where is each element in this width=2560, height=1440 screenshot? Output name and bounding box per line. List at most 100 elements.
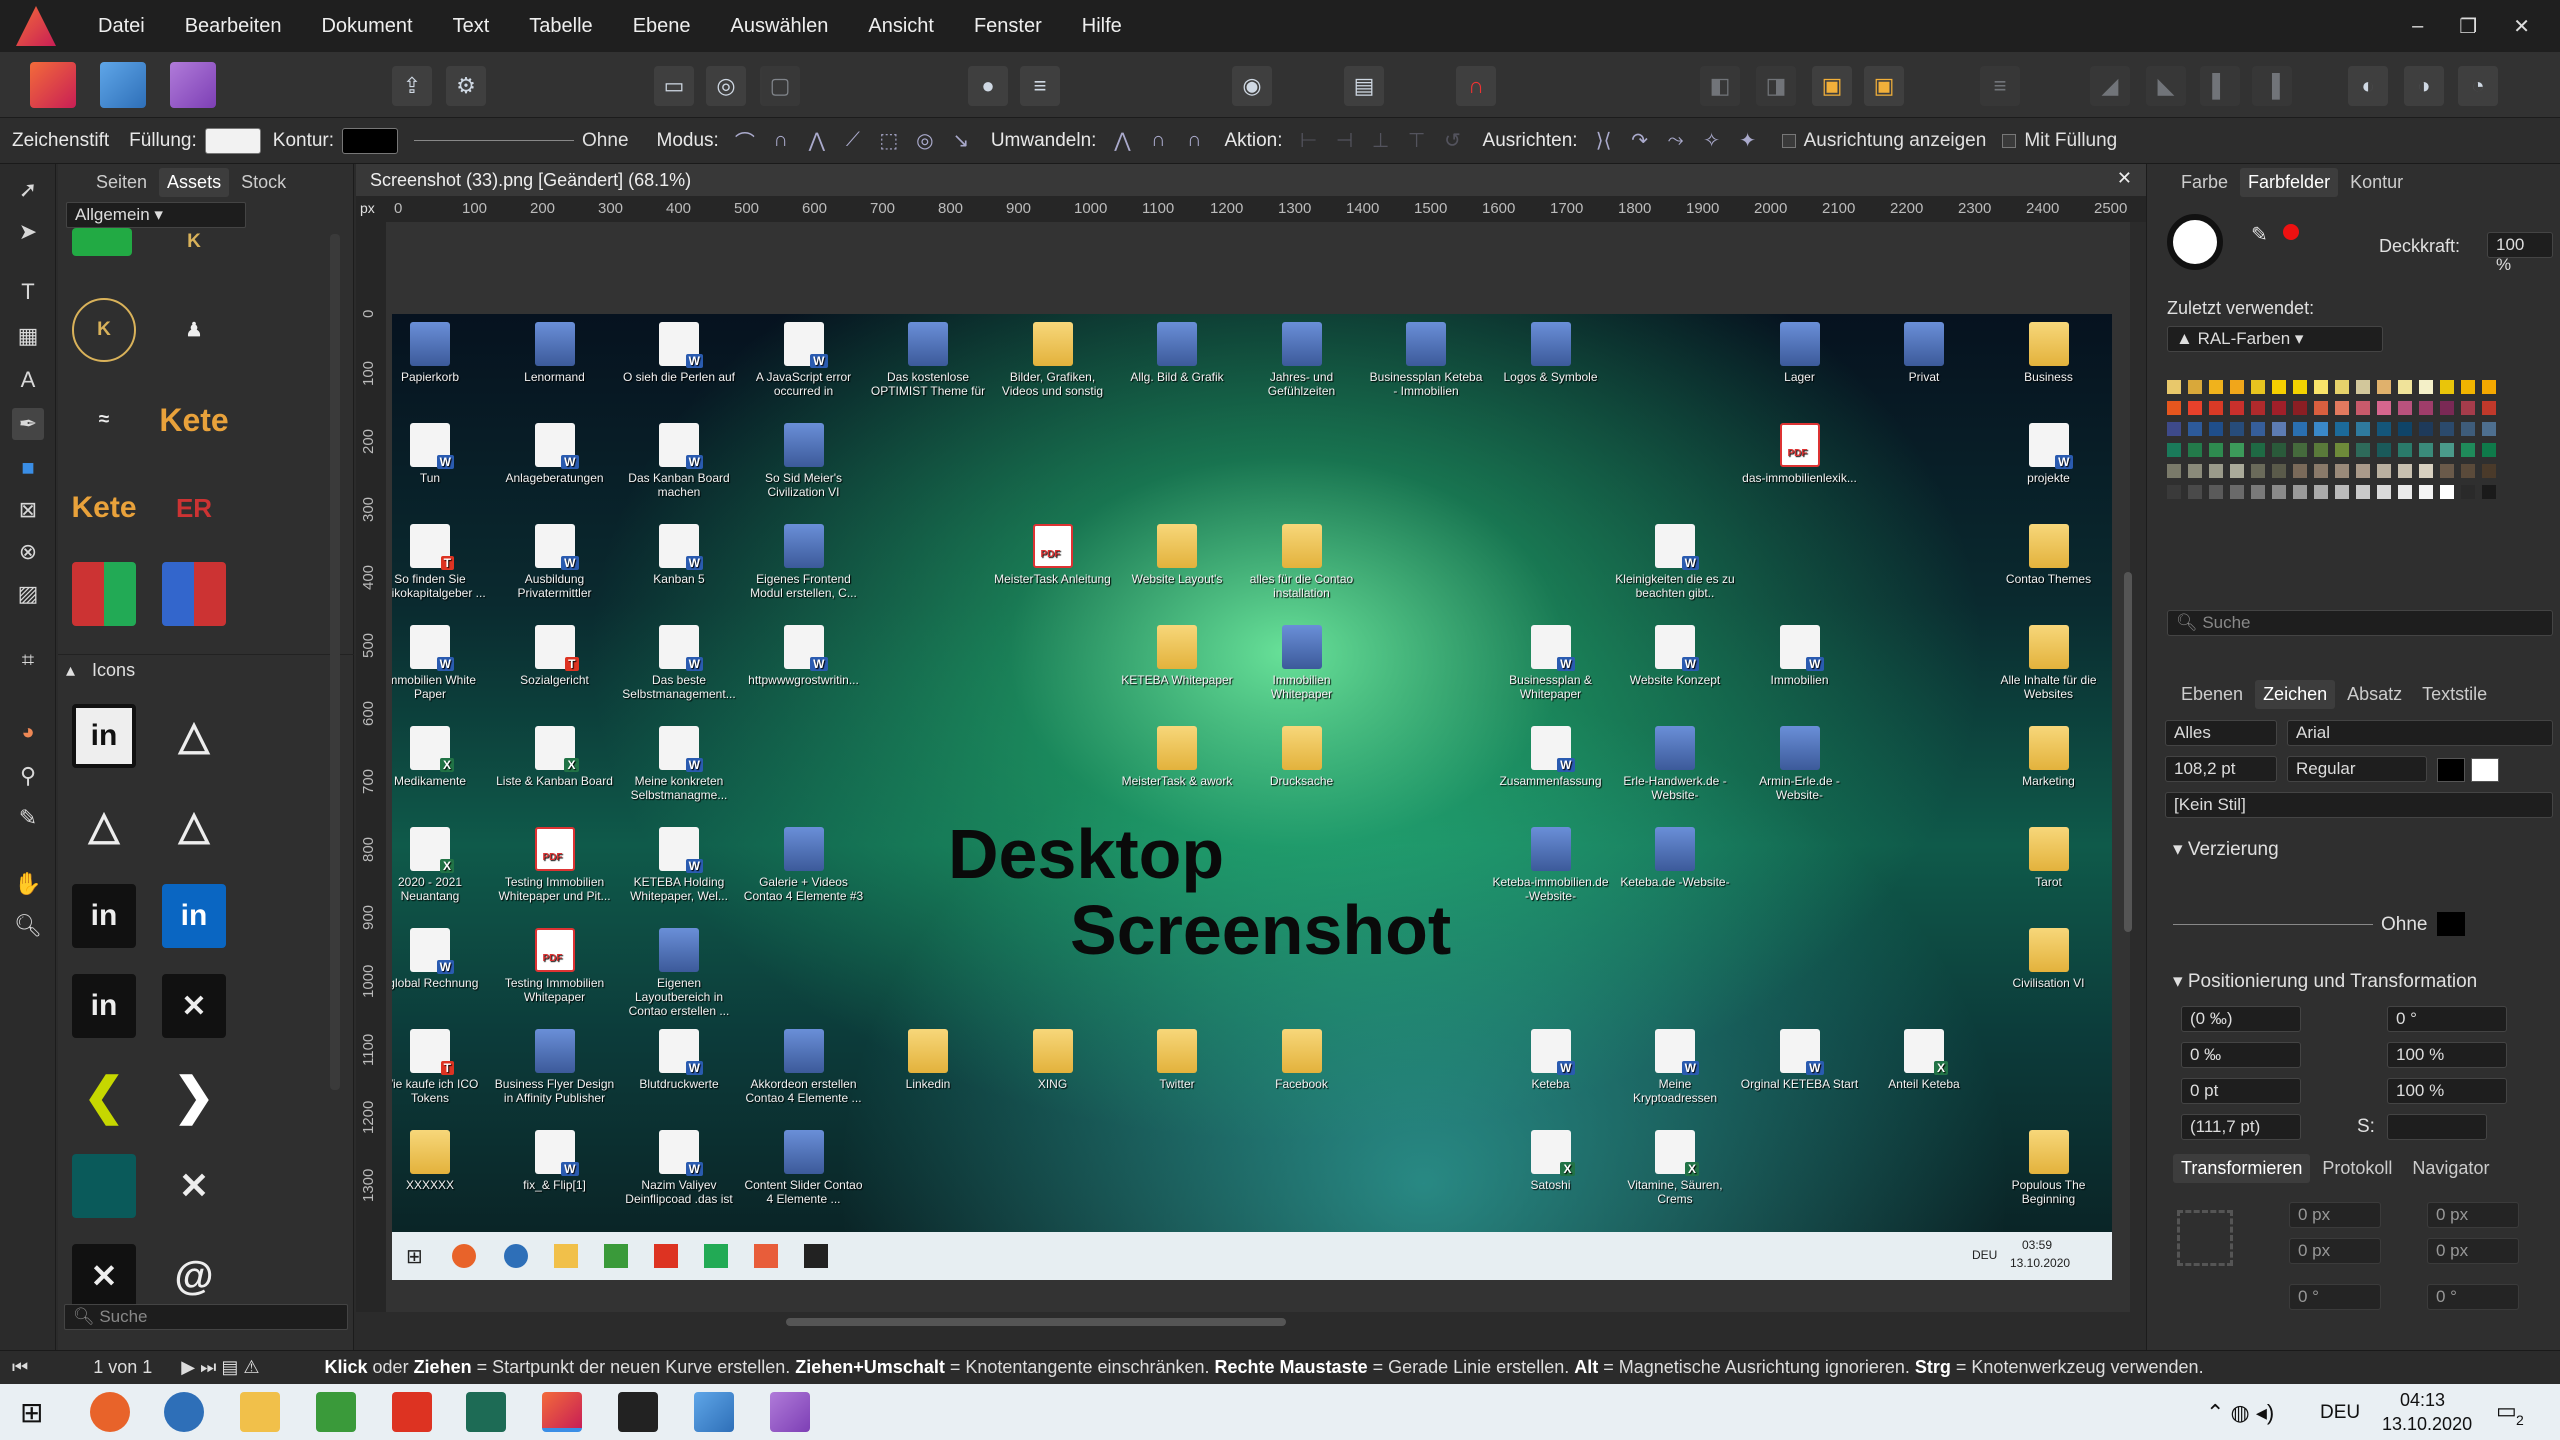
swatch-search[interactable]: 🔍︎ Suche [2167,610,2553,636]
stroke-style[interactable]: Ohne [582,130,628,152]
color-swatch[interactable] [2251,422,2265,436]
tab-color[interactable]: Farbe [2173,168,2236,197]
spread-icon[interactable]: ▢ [760,66,800,106]
tab-paragraph[interactable]: Absatz [2339,680,2410,709]
y-field[interactable]: 0 px [2289,1238,2381,1264]
smooth-icon[interactable]: ∩ [1143,126,1173,156]
firefox-icon[interactable] [90,1392,130,1432]
color-swatch[interactable] [2293,401,2307,415]
color-swatch[interactable] [2335,422,2349,436]
boolean-add-icon[interactable]: ◐ [2348,66,2388,106]
desktop-icon[interactable]: Wie kaufe ich ICO Tokens [392,1029,490,1105]
arrange-front-icon[interactable]: ▣ [1812,66,1852,106]
color-swatch[interactable] [2167,485,2181,499]
color-swatch[interactable] [2209,422,2223,436]
desktop-icon[interactable]: Medikamente [392,726,490,788]
align-horizontal-icon[interactable]: ⟩⟨ [1589,126,1619,156]
menu-item[interactable]: Datei [78,15,165,38]
share-icon[interactable]: ⇪ [392,66,432,106]
taskbar-lang[interactable]: DEU [2320,1402,2360,1424]
color-swatch[interactable] [2188,443,2202,457]
color-swatch[interactable] [2356,401,2370,415]
desktop-icon[interactable]: Businessplan & Whitepaper [1491,625,1611,701]
desktop-icon[interactable]: Business Flyer Design in Affinity Publis… [495,1029,615,1105]
desktop-icon[interactable]: Keteba-immobilien.de -Website- [1491,827,1611,903]
close-button[interactable]: ✕ [2513,14,2530,39]
assets-scrollbar[interactable] [330,234,340,1090]
screenshot-image[interactable]: Papierkorb Lenormand O sieh die Perlen auf… [392,314,2112,1280]
vertical-scrollbar[interactable] [2124,572,2132,932]
first-page-icon[interactable]: ⏮ [12,1357,28,1377]
desktop-icon[interactable]: Papierkorb [392,322,490,384]
color-swatch[interactable] [2209,443,2223,457]
color-swatch[interactable] [2419,401,2433,415]
tray-icons[interactable]: ⌃ ◍ ◂) [2206,1400,2274,1426]
linkedin-icon[interactable]: in [162,884,226,948]
color-swatch[interactable] [2440,485,2454,499]
linkedin-icon[interactable]: in [72,974,136,1038]
color-swatch[interactable] [2356,422,2370,436]
desktop-icon[interactable]: Facebook [1242,1029,1362,1091]
desktop-icon[interactable]: Erle-Handwerk.de -Website- [1615,726,1735,802]
color-swatch[interactable] [2398,464,2412,478]
desktop-icon[interactable]: projekte [1989,423,2109,485]
desktop-icon[interactable]: Immobilien [1740,625,1860,687]
preview-icon[interactable]: ◎ [706,66,746,106]
stroke-preview[interactable] [414,140,575,141]
close-curve-icon[interactable]: ⊣ [1330,126,1360,156]
color-swatch[interactable] [2230,464,2244,478]
desktop-icon[interactable]: Das kostenlose OPTIMIST Theme für [868,322,988,398]
color-swatch[interactable] [2167,464,2181,478]
desktop-icon[interactable]: Immobilien Whitepaper [1242,625,1362,701]
picture-frame-tool-icon[interactable]: ⊠ [12,494,44,526]
color-swatch[interactable] [2251,443,2265,457]
photo-persona-icon[interactable] [170,62,216,108]
color-swatch[interactable] [2419,380,2433,394]
color-swatch[interactable] [2440,380,2454,394]
color-swatch[interactable] [2335,443,2349,457]
color-swatch[interactable] [2335,485,2349,499]
smart-icon[interactable]: ∩ [1179,126,1209,156]
color-swatch[interactable] [2335,380,2349,394]
tab-history[interactable]: Protokoll [2314,1154,2400,1183]
sharp-icon[interactable]: ⋀ [1107,126,1137,156]
desktop-icon[interactable]: Logos & Symbole [1491,322,1611,384]
notification-icon[interactable]: ▭ [2496,1398,2517,1424]
rubber-band-icon[interactable]: ⬚ [874,126,904,156]
overlay-text-screenshot[interactable]: Screenshot [1070,890,1451,970]
color-swatch[interactable] [2251,401,2265,415]
desktop-icon[interactable]: Zusammenfassung [1491,726,1611,788]
color-swatch[interactable] [2482,464,2496,478]
table-tool-icon[interactable]: ▦ [12,320,44,352]
windows-start-icon[interactable]: ⊞ [20,1396,43,1429]
color-swatch[interactable] [2167,422,2181,436]
place-image-tool-icon[interactable]: ▨ [12,578,44,610]
snap-node-icon[interactable]: ✧ [1697,126,1727,156]
linkedin-icon[interactable]: in [72,704,136,768]
color-swatch[interactable] [2398,380,2412,394]
ellipse-frame-tool-icon[interactable]: ⊗ [12,536,44,568]
with-fill-checkbox[interactable] [2002,133,2017,148]
fill-mode-icon[interactable]: ◎ [910,126,940,156]
shear-field[interactable]: 0 ° [2387,1006,2507,1032]
document-tab[interactable]: Screenshot (33).png [Geändert] (68.1%) ✕ [356,164,2146,196]
desktop-icon[interactable]: Twitter [1117,1029,1237,1091]
color-swatch[interactable] [2209,485,2223,499]
color-swatch[interactable] [2251,464,2265,478]
asset-logo[interactable]: K [72,298,136,362]
polygon-mode-icon[interactable]: ⋀ [802,126,832,156]
publisher-persona-icon[interactable] [30,62,76,108]
color-swatch[interactable] [2461,422,2475,436]
desktop-icon[interactable]: Lager [1740,322,1860,384]
color-swatch[interactable] [2314,380,2328,394]
desktop-icon[interactable]: Das beste Selbstmanagement... [619,625,739,701]
desktop-icon[interactable]: Lenormand [495,322,615,384]
asset-logo[interactable]: K [162,228,226,256]
desktop-icon[interactable]: Liste & Kanban Board [495,726,615,788]
kerning-field[interactable]: (0 ‰) [2181,1006,2301,1032]
fill-tool-icon[interactable]: ◕ [12,716,44,748]
color-swatch[interactable] [2251,380,2265,394]
color-swatch[interactable] [2230,422,2244,436]
desktop-icon[interactable]: Meine Kryptoadressen [1615,1029,1735,1105]
canvas[interactable]: Papierkorb Lenormand O sieh die Perlen auf… [386,222,2132,1326]
